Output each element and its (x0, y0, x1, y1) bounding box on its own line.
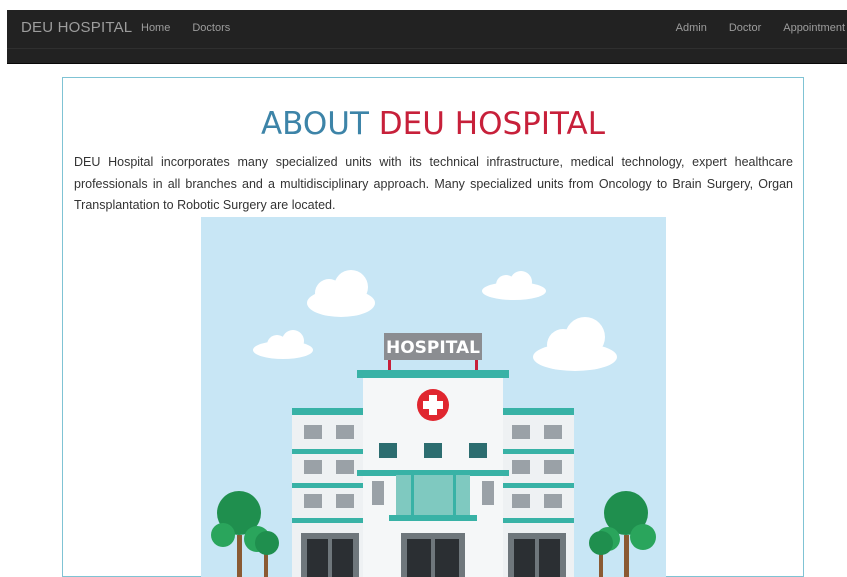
page-title-about: ABOUT (260, 106, 369, 142)
nav-left: Home Doctors (141, 22, 230, 34)
nav-link-doctors[interactable]: Doctors (192, 22, 230, 34)
navbar-brand[interactable]: DEU HOSPITAL (21, 19, 132, 36)
hospital-sign-text: HOSPITAL (386, 338, 480, 358)
door-icons (301, 533, 566, 577)
nav-right: Admin Doctor Appointment (676, 22, 845, 34)
entrance-glass (396, 475, 470, 517)
central-windows (379, 443, 487, 458)
nav-link-home[interactable]: Home (141, 22, 170, 34)
navbar-inner: DEU HOSPITAL Home Doctors Admin Doctor A… (7, 10, 847, 49)
hospital-building-illustration: HOSPITAL (201, 217, 666, 577)
nav-link-appointment[interactable]: Appointment (783, 22, 845, 34)
page-title-hospital: DEU HOSPITAL (378, 106, 606, 142)
nav-link-doctor[interactable]: Doctor (729, 22, 761, 34)
nav-link-admin[interactable]: Admin (676, 22, 707, 34)
about-description: DEU Hospital incorporates many specializ… (74, 155, 793, 212)
red-cross-icon (417, 389, 449, 421)
page-title: ABOUT DEU HOSPITAL (63, 106, 803, 142)
about-panel: ABOUT DEU HOSPITAL DEU Hospital incorpor… (62, 77, 804, 577)
top-navbar: DEU HOSPITAL Home Doctors Admin Doctor A… (7, 10, 847, 64)
